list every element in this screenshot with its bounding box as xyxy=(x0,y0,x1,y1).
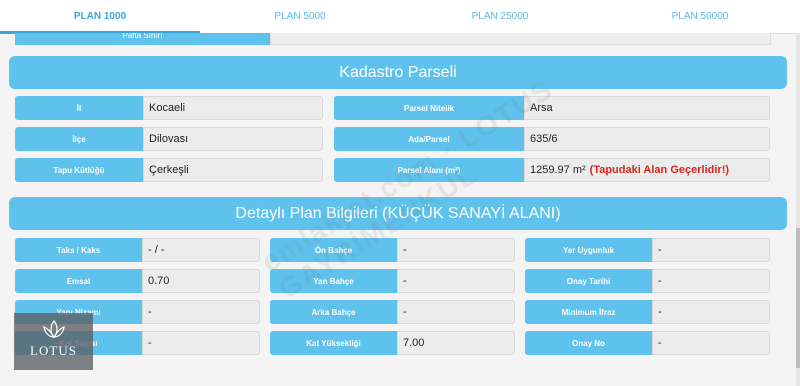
field-label: Yer Uygunluk xyxy=(525,238,652,262)
field-parsel-alani: Parsel Alanı (m²) 1259.97 m² (Tapudaki A… xyxy=(334,158,770,182)
parsel-area-value: 1259.97 m² xyxy=(530,164,586,176)
area-warning-text: (Tapudaki Alan Geçerlidir!) xyxy=(589,164,730,176)
field-label: İlçe xyxy=(15,127,143,151)
field-value: - xyxy=(652,238,770,262)
tab-plan-50000[interactable]: PLAN 50000 xyxy=(600,0,800,33)
plan-tabs: PLAN 1000 PLAN 5000 PLAN 25000 PLAN 5000… xyxy=(0,0,800,34)
field-taks-kaks: Taks / Kaks - / - xyxy=(15,238,260,262)
field-label: Arka Bahçe xyxy=(270,300,397,324)
field-value: - xyxy=(652,300,770,324)
field-on-bahce: Ön Bahçe - xyxy=(270,238,515,262)
field-onay-no: Onay No - xyxy=(525,331,770,355)
field-ada-parsel: Ada/Parsel 635/6 xyxy=(334,127,770,151)
tab-plan-1000[interactable]: PLAN 1000 xyxy=(0,0,200,34)
field-yer-uygunluk: Yer Uygunluk - xyxy=(525,238,770,262)
scrollbar[interactable] xyxy=(796,33,800,386)
field-kat-yuksekligi: Kat Yüksekliği 7.00 xyxy=(270,331,515,355)
logo-wordmark: LOTUS xyxy=(30,343,77,358)
field-value: Çerkeşli xyxy=(143,158,323,182)
field-value: - xyxy=(397,238,515,262)
partial-row-label: Pafta Sınırı xyxy=(15,33,270,45)
field-value: - xyxy=(652,269,770,293)
field-label: İl xyxy=(15,96,143,120)
field-value: - / - xyxy=(142,238,260,262)
field-label: Kat Yüksekliği xyxy=(270,331,397,355)
kadastro-section-title: Kadastro Parseli xyxy=(9,56,787,89)
field-label: Onay No xyxy=(525,331,652,355)
field-tapu-kutlugu: Tapu Kütlüğü Çerkeşli xyxy=(15,158,323,182)
field-value: 1259.97 m² (Tapudaki Alan Geçerlidir!) xyxy=(524,158,770,182)
field-value: - xyxy=(397,300,515,324)
scrollbar-thumb[interactable] xyxy=(796,228,800,368)
field-value: Dilovası xyxy=(143,127,323,151)
field-label: Parsel Nitelik xyxy=(334,96,524,120)
partial-row-value xyxy=(270,33,771,45)
field-minimum-ifraz: Minimum İfraz - xyxy=(525,300,770,324)
field-label: Parsel Alanı (m²) xyxy=(334,158,524,182)
field-yan-bahce: Yan Bahçe - xyxy=(270,269,515,293)
field-label: Yan Bahçe xyxy=(270,269,397,293)
field-value: - xyxy=(142,300,260,324)
field-value: 7.00 xyxy=(397,331,515,355)
field-ilce: İlçe Dilovası xyxy=(15,127,323,151)
field-label: Onay Tarihi xyxy=(525,269,652,293)
field-label: Tapu Kütlüğü xyxy=(15,158,143,182)
tab-plan-5000[interactable]: PLAN 5000 xyxy=(200,0,400,33)
field-label: Ada/Parsel xyxy=(334,127,524,151)
detay-section-title: Detaylı Plan Bilgileri (KÜÇÜK SANAYİ ALA… xyxy=(9,197,787,230)
field-value: Arsa xyxy=(524,96,770,120)
field-value: - xyxy=(142,331,260,355)
field-label: Taks / Kaks xyxy=(15,238,142,262)
field-value: - xyxy=(652,331,770,355)
field-label: Minimum İfraz xyxy=(525,300,652,324)
tab-plan-25000[interactable]: PLAN 25000 xyxy=(400,0,600,33)
lotus-icon xyxy=(42,320,65,338)
field-label: Emsal xyxy=(15,269,142,293)
field-value: - xyxy=(397,269,515,293)
field-value: 0.70 xyxy=(142,269,260,293)
lotus-logo: LOTUS xyxy=(14,313,93,370)
field-value: 635/6 xyxy=(524,127,770,151)
field-label: Ön Bahçe xyxy=(270,238,397,262)
field-onay-tarihi: Onay Tarihi - xyxy=(525,269,770,293)
field-arka-bahce: Arka Bahçe - xyxy=(270,300,515,324)
field-il: İl Kocaeli xyxy=(15,96,323,120)
field-emsal: Emsal 0.70 xyxy=(15,269,260,293)
field-value: Kocaeli xyxy=(143,96,323,120)
field-parsel-nitelik: Parsel Nitelik Arsa xyxy=(334,96,770,120)
partial-info-row: Pafta Sınırı xyxy=(15,33,771,45)
